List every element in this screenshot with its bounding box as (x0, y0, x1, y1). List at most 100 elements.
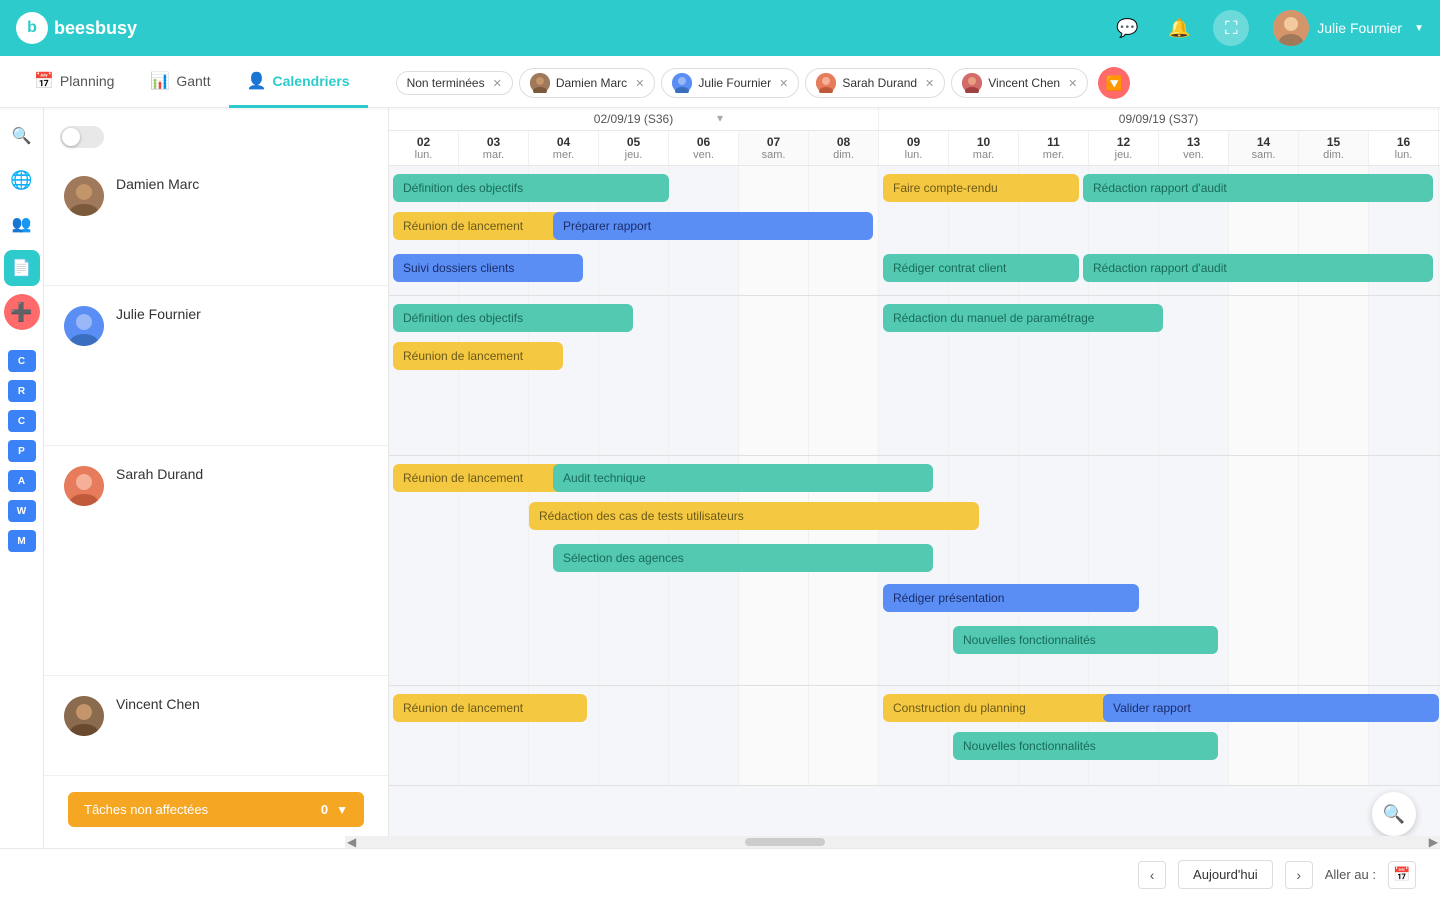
task-julie-def-obj[interactable]: Définition des objectifs (393, 304, 633, 332)
day-14: 14sam. (1229, 131, 1299, 165)
task-sarah-cas-tests[interactable]: Rédaction des cas de tests utilisateurs (529, 502, 979, 530)
person-row-damien: Damien Marc (44, 156, 388, 286)
task-damien-reunion1[interactable]: Réunion de lancement (393, 212, 563, 240)
person-name-julie: Julie Fournier (116, 306, 201, 322)
sidebar-item-add[interactable]: ➕ (4, 294, 40, 330)
person-row-vincent: Vincent Chen (44, 676, 388, 776)
task-sarah-agences[interactable]: Sélection des agences (553, 544, 933, 572)
sidebar-item-users[interactable]: 👥 (4, 206, 40, 242)
sidebar-badge-r1[interactable]: R (8, 380, 36, 402)
task-julie-reunion[interactable]: Réunion de lancement (393, 342, 563, 370)
task-damien-rapport-audit2[interactable]: Rédaction rapport d'audit (1083, 254, 1433, 282)
next-arrow[interactable]: › (1285, 861, 1313, 889)
filter-chip-julie[interactable]: Julie Fournier ✕ (661, 68, 799, 98)
gantt-area[interactable]: 02/09/19 (S36) 09/09/19 (S37) 02lun. 03m… (389, 108, 1440, 900)
task-vincent-planning[interactable]: Construction du planning (883, 694, 1123, 722)
close-icon[interactable]: ✕ (1068, 77, 1077, 90)
user-menu[interactable]: Julie Fournier ▼ (1273, 10, 1424, 46)
scroll-arrow-left[interactable]: ◀ (347, 835, 356, 849)
filter-area: Non terminées ✕ Damien Marc ✕ Julie Four… (388, 59, 1139, 107)
scroll-thumb[interactable] (745, 838, 825, 846)
messages-icon[interactable]: 💬 (1109, 10, 1145, 46)
day-03: 03mar. (459, 131, 529, 165)
day-labels: 02lun. 03mar. 04mer. 05jeu. 06ven. 07sam… (389, 131, 1440, 165)
close-icon[interactable]: ✕ (635, 77, 644, 90)
day-05: 05jeu. (599, 131, 669, 165)
tab-navigation: 📅 Planning 📊 Gantt 👤 Calendriers Non ter… (0, 56, 1440, 108)
task-damien-rapport-audit1[interactable]: Rédaction rapport d'audit (1083, 174, 1433, 202)
close-icon[interactable]: ✕ (779, 77, 788, 90)
day-07: 07sam. (739, 131, 809, 165)
person-row-sarah: Sarah Durand (44, 446, 388, 676)
sidebar-item-search[interactable]: 🔍 (4, 118, 40, 154)
task-sarah-presentation[interactable]: Rédiger présentation (883, 584, 1139, 612)
calendriers-icon: 👤 (247, 71, 267, 91)
people-panel: Damien Marc Julie Fournier Sarah Durand (44, 108, 389, 900)
close-icon[interactable]: ✕ (493, 77, 502, 90)
filter-label-sarah: Sarah Durand (842, 76, 917, 90)
unassigned-row[interactable]: Tâches non affectées 0 ▼ (68, 792, 364, 827)
day-11: 11mer. (1019, 131, 1089, 165)
task-damien-compte-rendu[interactable]: Faire compte-rendu (883, 174, 1079, 202)
task-vincent-valider[interactable]: Valider rapport (1103, 694, 1439, 722)
notifications-icon[interactable]: 🔔 (1161, 10, 1197, 46)
task-sarah-fonctionnalites[interactable]: Nouvelles fonctionnalités (953, 626, 1218, 654)
sidebar-badge-c1[interactable]: C (8, 350, 36, 372)
scroll-arrow-right[interactable]: ▶ (1429, 835, 1438, 849)
toggle-switch[interactable] (60, 126, 104, 148)
filter-label-vincent: Vincent Chen (988, 76, 1060, 90)
chevron-down-icon: ▼ (1414, 23, 1424, 34)
task-damien-preparer[interactable]: Préparer rapport (553, 212, 873, 240)
gantt-header: 02/09/19 (S36) 09/09/19 (S37) 02lun. 03m… (389, 108, 1440, 166)
task-sarah-reunion[interactable]: Réunion de lancement (393, 464, 563, 492)
goto-calendar-icon[interactable]: 📅 (1388, 861, 1416, 889)
day-06: 06ven. (669, 131, 739, 165)
day-12: 12jeu. (1089, 131, 1159, 165)
filter-chip-damien[interactable]: Damien Marc ✕ (519, 68, 656, 98)
day-15: 15dim. (1299, 131, 1369, 165)
task-vincent-reunion[interactable]: Réunion de lancement (393, 694, 587, 722)
filter-chip-sarah[interactable]: Sarah Durand ✕ (805, 68, 945, 98)
tab-calendriers[interactable]: 👤 Calendriers (229, 57, 368, 108)
close-icon[interactable]: ✕ (925, 77, 934, 90)
task-damien-def-obj[interactable]: Définition des objectifs (393, 174, 669, 202)
task-julie-manuel[interactable]: Rédaction du manuel de paramétrage (883, 304, 1163, 332)
sidebar-badge-m1[interactable]: M (8, 530, 36, 552)
gantt-icon: 📊 (150, 71, 170, 91)
sidebar-item-globe[interactable]: 🌐 (4, 162, 40, 198)
gantt-section-damien: Définition des objectifs Faire compte-re… (389, 166, 1440, 296)
task-vincent-fonctionnalites[interactable]: Nouvelles fonctionnalités (953, 732, 1218, 760)
logo[interactable]: b beesbusy (16, 12, 137, 44)
zoom-button[interactable]: 🔍 (1372, 792, 1416, 836)
tab-planning[interactable]: 📅 Planning (16, 57, 132, 108)
sidebar-item-tasks[interactable]: 📄 (4, 250, 40, 286)
logo-text: beesbusy (54, 18, 137, 39)
sidebar-badge-w1[interactable]: W (8, 500, 36, 522)
avatar-vincent (962, 73, 982, 93)
gantt-scrollbar[interactable]: ◀ ▶ (345, 836, 1440, 848)
prev-arrow[interactable]: ‹ (1138, 861, 1166, 889)
user-avatar (1273, 10, 1309, 46)
avatar-vincent-person (64, 696, 104, 736)
gantt-section-julie: Définition des objectifs Rédaction du ma… (389, 296, 1440, 456)
main-layout: 🔍 🌐 👥 📄 ➕ C R C P A W M Damien M (0, 108, 1440, 900)
filter-button[interactable]: 🔽 (1098, 67, 1130, 99)
day-13: 13ven. (1159, 131, 1229, 165)
nav-icons: 💬 🔔 ⛶ Julie Fournier ▼ (1109, 10, 1424, 46)
filter-chip-non-terminees[interactable]: Non terminées ✕ (396, 71, 513, 95)
filter-chip-vincent[interactable]: Vincent Chen ✕ (951, 68, 1088, 98)
avatar-julie-person (64, 306, 104, 346)
person-row-julie: Julie Fournier (44, 286, 388, 446)
today-button[interactable]: Aujourd'hui (1178, 860, 1273, 889)
sidebar-badge-p1[interactable]: P (8, 440, 36, 462)
task-damien-suivi[interactable]: Suivi dossiers clients (393, 254, 583, 282)
day-16: 16lun. (1369, 131, 1439, 165)
tab-gantt[interactable]: 📊 Gantt (132, 57, 228, 108)
sidebar-badge-a1[interactable]: A (8, 470, 36, 492)
expand-icon[interactable]: ⛶ (1213, 10, 1249, 46)
task-sarah-audit[interactable]: Audit technique (553, 464, 933, 492)
sidebar-badge-c2[interactable]: C (8, 410, 36, 432)
planning-icon: 📅 (34, 71, 54, 91)
gantt-section-sarah: Réunion de lancement Audit technique Réd… (389, 456, 1440, 686)
task-damien-contrat[interactable]: Rédiger contrat client (883, 254, 1079, 282)
